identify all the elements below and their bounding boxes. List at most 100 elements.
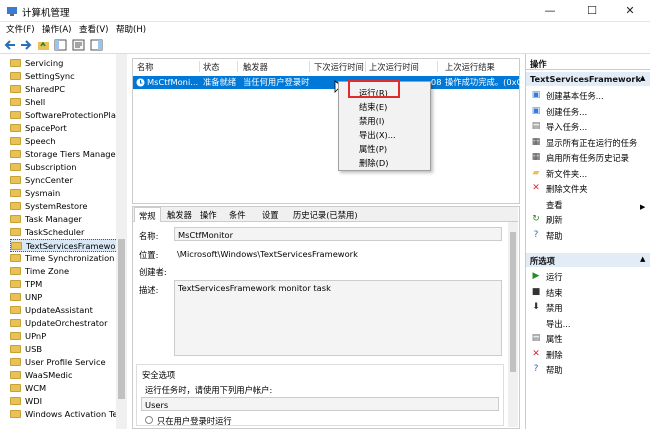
run-only-logged-on-radio[interactable] xyxy=(145,416,153,424)
tree-item-label: UPnP xyxy=(25,331,47,341)
tree-item[interactable]: Windows Activation Te xyxy=(10,408,122,421)
back-arrow-icon[interactable] xyxy=(4,39,17,51)
tree-item[interactable]: USB xyxy=(10,343,122,356)
tab-triggers[interactable]: 触发器 xyxy=(167,209,192,221)
detail-scrollbar-thumb[interactable] xyxy=(510,232,516,372)
submenu-arrow-icon[interactable]: ▶ xyxy=(640,203,645,211)
tree-item[interactable]: UpdateAssistant xyxy=(10,304,122,317)
tree-item[interactable]: Time Zone xyxy=(10,265,122,278)
context-end[interactable]: 结束(E) xyxy=(359,101,387,113)
table-row-selected[interactable]: MsCtfMoni... 准备就绪 当任何用户登录时 ...08 操作成功完成。… xyxy=(133,76,522,89)
col-header-trigger[interactable]: 触发器 xyxy=(243,61,268,73)
detail-scrollbar[interactable] xyxy=(508,222,518,427)
col-header-next-run[interactable]: 下次运行时间 xyxy=(314,61,364,73)
tree-item[interactable]: WaaSMedic xyxy=(10,369,122,382)
minimize-button[interactable]: — xyxy=(530,0,570,22)
tab-history[interactable]: 历史记录(已禁用) xyxy=(293,209,358,221)
action-item[interactable]: 刷新 xyxy=(546,214,563,226)
action-item[interactable]: 导出... xyxy=(546,318,571,330)
context-properties[interactable]: 属性(P) xyxy=(359,143,387,155)
action-item[interactable]: 禁用 xyxy=(546,302,563,314)
tree-item[interactable]: Subscription xyxy=(10,161,122,174)
tree-item[interactable]: Storage Tiers Manager xyxy=(10,148,122,161)
action-item[interactable]: 结束 xyxy=(546,287,563,299)
column-separator xyxy=(237,61,238,72)
location-value: \Microsoft\Windows\TextServicesFramework xyxy=(177,249,358,259)
col-header-name[interactable]: 名称 xyxy=(137,61,154,73)
tree-item[interactable]: WCM xyxy=(10,382,122,395)
collapse-arrow-icon[interactable]: ▲ xyxy=(640,255,645,263)
action-item[interactable]: 运行 xyxy=(546,271,563,283)
action-item[interactable]: 新文件夹... xyxy=(546,168,587,180)
tree-item-label: WaaSMedic xyxy=(25,370,73,380)
tree-item[interactable]: TPM xyxy=(10,278,122,291)
menu-help[interactable]: 帮助(H) xyxy=(116,23,146,35)
action-item[interactable]: 删除文件夹 xyxy=(546,183,588,195)
tree-item[interactable]: UPnP xyxy=(10,330,122,343)
close-button[interactable]: ✕ xyxy=(610,0,650,22)
description-field[interactable]: TextServicesFramework monitor task xyxy=(174,280,502,356)
tree-item[interactable]: SpacePort xyxy=(10,122,122,135)
collapse-arrow-icon[interactable]: ▲ xyxy=(640,74,645,82)
maximize-button[interactable]: ☐ xyxy=(572,0,612,22)
col-header-last-run[interactable]: 上次运行时间 xyxy=(369,61,419,73)
tree-item[interactable]: Sysmain xyxy=(10,187,122,200)
name-field[interactable]: MsCtfMonitor xyxy=(174,227,502,241)
context-disable[interactable]: 禁用(I) xyxy=(359,115,385,127)
tree-item-label: TaskScheduler xyxy=(25,227,85,237)
tree-item[interactable]: UNP xyxy=(10,291,122,304)
tree-item[interactable]: SharedPC xyxy=(10,83,122,96)
show-hide-action-pane-icon[interactable] xyxy=(90,39,103,51)
tab-conditions[interactable]: 条件 xyxy=(229,209,246,221)
action-item[interactable]: 属性 xyxy=(546,333,563,345)
actions-section-folder[interactable]: TextServicesFramework xyxy=(526,72,650,86)
location-label: 位置: xyxy=(139,250,159,260)
tree-item[interactable]: SoftwareProtectionPlat xyxy=(10,109,122,122)
tree-scrollbar[interactable] xyxy=(116,54,127,429)
tree-item[interactable]: Speech xyxy=(10,135,122,148)
properties-icon[interactable] xyxy=(72,39,85,51)
tree-item[interactable]: SyncCenter xyxy=(10,174,122,187)
actions-section-selected[interactable]: 所选项 xyxy=(526,253,650,267)
action-item[interactable]: 显示所有正在运行的任务 xyxy=(546,137,637,149)
context-export[interactable]: 导出(X)... xyxy=(359,129,396,141)
tree-item[interactable]: User Profile Service xyxy=(10,356,122,369)
action-item[interactable]: 帮助 xyxy=(546,364,563,376)
user-account-field[interactable]: Users xyxy=(141,397,499,411)
col-header-last-result[interactable]: 上次运行结果 xyxy=(445,61,495,73)
properties-icon: ▤ xyxy=(531,333,541,343)
menu-action[interactable]: 操作(A) xyxy=(42,23,71,35)
tab-actions[interactable]: 操作 xyxy=(200,209,217,221)
tree-item[interactable]: SystemRestore xyxy=(10,200,122,213)
tree-item[interactable]: Time Synchronization xyxy=(10,252,122,265)
tree-item[interactable]: Shell xyxy=(10,96,122,109)
tree-item[interactable]: Task Manager xyxy=(10,213,122,226)
tree-scrollbar-thumb[interactable] xyxy=(118,239,125,399)
action-item[interactable]: 创建基本任务... xyxy=(546,90,604,102)
action-item[interactable]: 查看 xyxy=(546,199,563,211)
show-hide-tree-icon[interactable] xyxy=(54,39,67,51)
action-item[interactable]: 启用所有任务历史记录 xyxy=(546,152,629,164)
forward-arrow-icon[interactable] xyxy=(19,39,32,51)
folder-icon xyxy=(10,72,21,80)
menu-file[interactable]: 文件(F) xyxy=(6,23,35,35)
tree-item[interactable]: SettingSync xyxy=(10,70,122,83)
context-delete[interactable]: 删除(D) xyxy=(359,157,388,169)
tree-item[interactable]: WDI xyxy=(10,395,122,408)
tree-item[interactable]: TaskScheduler xyxy=(10,226,122,239)
tab-general[interactable]: 常规 xyxy=(134,207,161,222)
tab-settings[interactable]: 设置 xyxy=(262,209,279,221)
action-item[interactable]: 导入任务... xyxy=(546,121,587,133)
help-icon: ? xyxy=(533,364,539,374)
action-item[interactable]: 删除 xyxy=(546,349,563,361)
action-item[interactable]: 帮助 xyxy=(546,230,563,242)
tree-item-label: UNP xyxy=(25,292,43,302)
col-header-status[interactable]: 状态 xyxy=(203,61,220,73)
up-folder-icon[interactable] xyxy=(37,39,50,51)
action-item[interactable]: 创建任务... xyxy=(546,106,587,118)
folder-icon xyxy=(10,397,21,405)
tree-item[interactable]: TextServicesFramework xyxy=(10,239,122,252)
tree-item[interactable]: UpdateOrchestrator xyxy=(10,317,122,330)
menu-view[interactable]: 查看(V) xyxy=(79,23,108,35)
tree-item[interactable]: Servicing xyxy=(10,57,122,70)
